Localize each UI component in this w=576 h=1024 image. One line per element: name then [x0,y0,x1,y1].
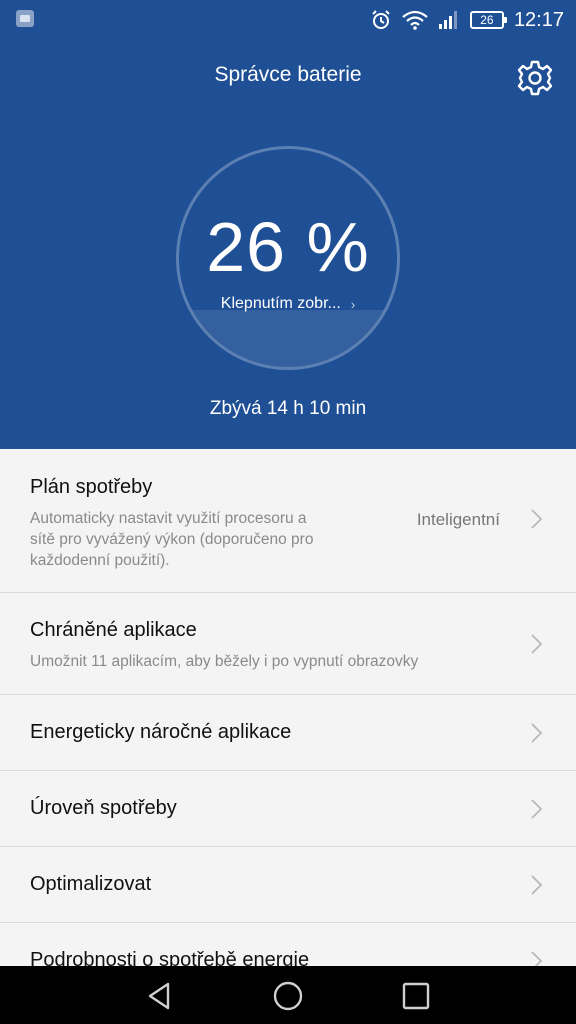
power-plan-value: Inteligentní [416,510,500,529]
recents-icon[interactable] [402,981,430,1011]
battery-level-fill [179,310,397,367]
list-item-subtitle: Automaticky nastavit využití procesoru a… [30,510,314,569]
status-time: 12:17 [513,8,564,31]
status-bar: 26 12:17 [0,0,576,38]
home-icon[interactable] [272,981,304,1011]
page-title: Správce baterie [214,63,362,86]
gear-icon[interactable] [515,58,555,98]
chevron-right-icon: › [350,296,356,312]
list-item-consumption-level[interactable]: Úroveň spotřeby [0,771,576,847]
status-icons: 26 12:17 [370,8,564,32]
remaining-time: Zbývá 14 h 10 min [209,398,367,419]
alarm-icon [372,10,390,29]
battery-header: 26 12:17 Správce baterie 26 % Klepnutím … [0,0,576,449]
list-item-consumption-details[interactable]: Podrobnosti o spotřebě energie [0,923,576,966]
list-item-title: Plán spotřeby [30,476,153,498]
list-item-title: Podrobnosti o spotřebě energie [30,949,310,966]
chevron-right-icon [531,875,543,895]
battery-percent: 26 % [206,208,370,286]
settings-list: Plán spotřeby Automaticky nastavit využi… [0,449,576,966]
navigation-bar [0,966,576,1024]
back-icon[interactable] [145,981,175,1011]
wifi-icon [402,10,428,30]
list-item-title: Chráněné aplikace [30,619,197,641]
chevron-right-icon [531,634,543,654]
list-item-subtitle: Umožnit 11 aplikacím, aby běžely i po vy… [30,653,419,670]
chevron-right-icon [531,951,543,966]
chevron-right-icon [531,799,543,819]
signal-icon [438,11,457,29]
details-link-label: Klepnutím zobr... [220,295,341,312]
battery-icon: 26 [469,11,507,29]
chevron-right-icon [531,509,543,529]
chevron-right-icon [531,723,543,743]
list-item-power-plan[interactable]: Plán spotřeby Automaticky nastavit využi… [0,449,576,593]
gallery-notification-icon [16,10,34,27]
list-item-power-intensive-apps[interactable]: Energeticky náročné aplikace [0,695,576,771]
list-item-title: Optimalizovat [30,873,152,895]
battery-gauge[interactable]: 26 % Klepnutím zobr... › [176,146,400,370]
list-item-title: Energeticky náročné aplikace [30,721,292,743]
battery-level: 26 [480,13,494,27]
list-item-optimize[interactable]: Optimalizovat [0,847,576,923]
details-link[interactable]: Klepnutím zobr... › [179,295,397,313]
list-item-title: Úroveň spotřeby [30,797,177,819]
list-item-protected-apps[interactable]: Chráněné aplikace Umožnit 11 aplikacím, … [0,593,576,695]
